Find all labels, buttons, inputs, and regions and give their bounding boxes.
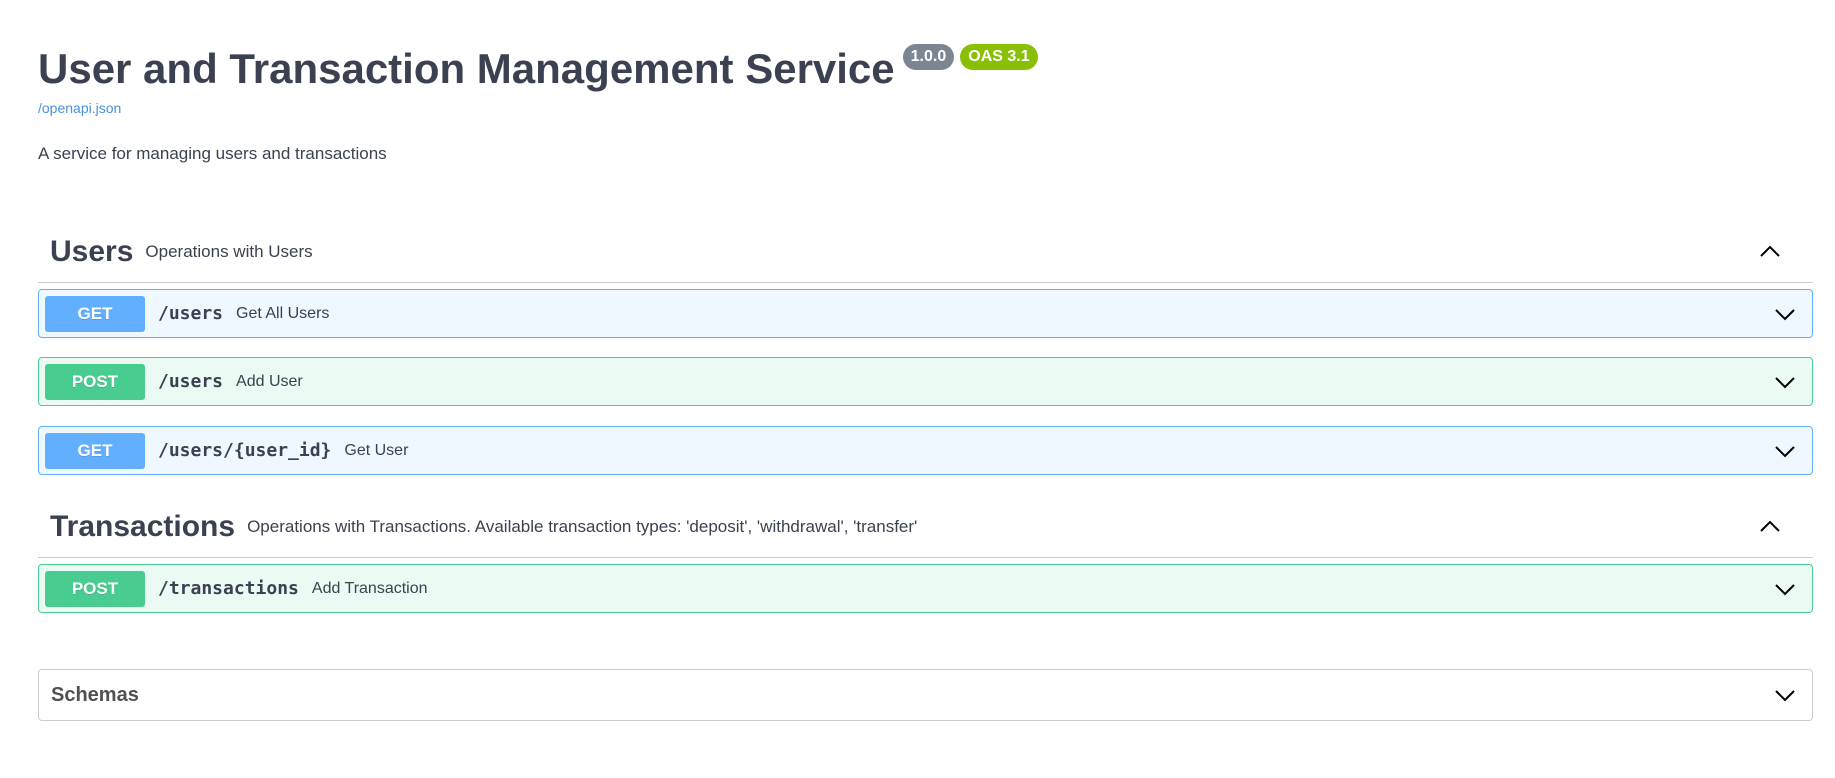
chevron-down-icon[interactable] [1772,369,1798,395]
page-title: User and Transaction Management Service [38,45,895,92]
tag-name: Transactions [50,510,236,543]
api-info: User and Transaction Management Service … [38,0,1813,164]
operation-get-users[interactable]: GET /users Get All Users [38,289,1813,338]
chevron-up-icon[interactable] [1757,239,1783,265]
operation-summary: Get User [344,441,409,459]
operation-path: /users/{user_id} [158,440,332,461]
method-badge-get: GET [45,295,145,332]
operation-summary: Get All Users [236,304,330,322]
method-badge-post: POST [45,363,145,400]
version-badge: 1.0.0 [902,44,955,70]
openapi-spec-link[interactable]: /openapi.json [38,99,1813,117]
operation-summary: Add User [236,372,303,390]
tag-section-users: Users Operations with Users GET /users G… [38,222,1813,475]
method-badge-get: GET [45,432,145,469]
tag-section-transactions: Transactions Operations with Transaction… [38,497,1813,613]
oas-badge: OAS 3.1 [960,44,1038,70]
tag-description: Operations with Transactions. Available … [247,517,918,536]
operation-post-transactions[interactable]: POST /transactions Add Transaction [38,564,1813,613]
tag-header-users[interactable]: Users Operations with Users [38,222,1813,283]
operation-path: /users [158,371,224,392]
operation-path: /transactions [158,578,299,599]
schemas-section[interactable]: Schemas [38,669,1813,721]
tag-description: Operations with Users [145,242,313,261]
swagger-ui: User and Transaction Management Service … [38,0,1813,721]
chevron-down-icon[interactable] [1772,576,1798,602]
operation-get-user[interactable]: GET /users/{user_id} Get User [38,426,1813,475]
schemas-title: Schemas [51,683,139,706]
operation-summary: Add Transaction [311,579,428,597]
operation-post-users[interactable]: POST /users Add User [38,357,1813,406]
chevron-down-icon[interactable] [1772,682,1798,708]
chevron-down-icon[interactable] [1772,438,1798,464]
tag-header-transactions[interactable]: Transactions Operations with Transaction… [38,497,1813,558]
operation-path: /users [158,303,224,324]
method-badge-post: POST [45,570,145,607]
api-description: A service for managing users and transac… [38,144,387,163]
title-row: User and Transaction Management Service … [38,40,1813,98]
chevron-up-icon[interactable] [1757,514,1783,540]
chevron-down-icon[interactable] [1772,301,1798,327]
tag-name: Users [50,235,134,268]
